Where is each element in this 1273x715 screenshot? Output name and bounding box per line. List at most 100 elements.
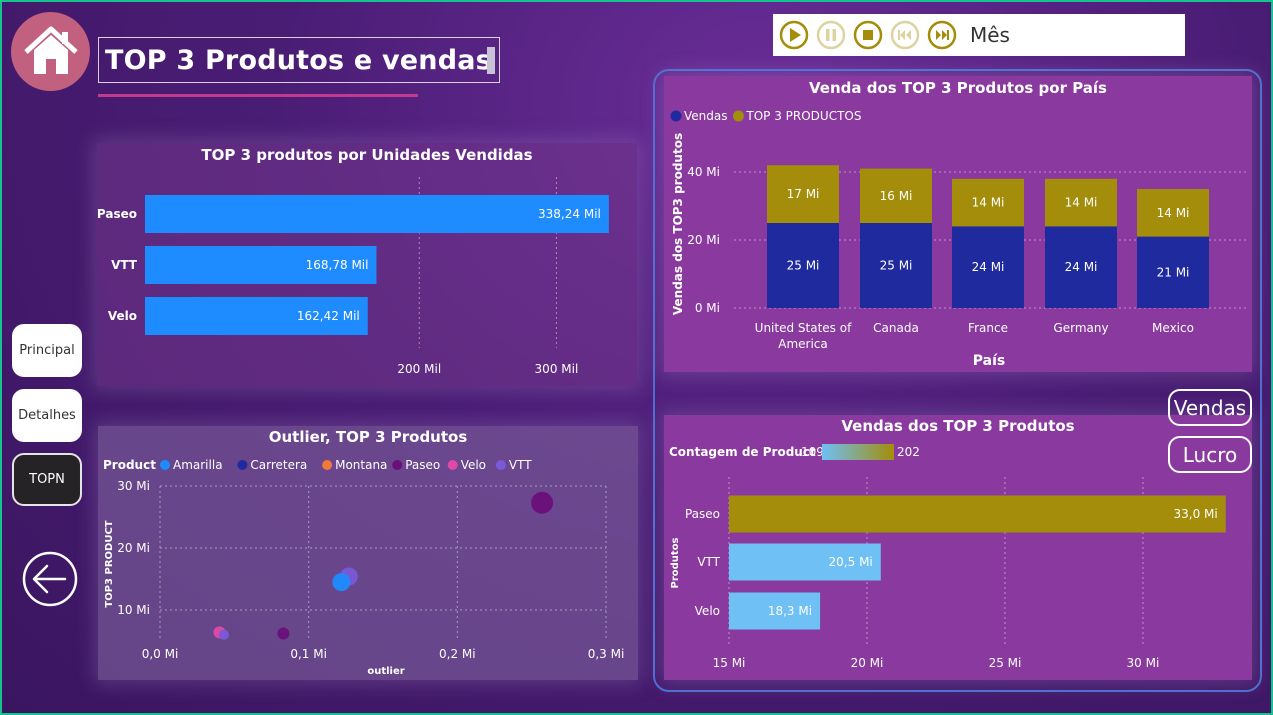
outlier-x-tick-label: 0,2 Mi: [439, 647, 476, 661]
country-category-label: Canada: [873, 321, 919, 335]
sales-value-label: 18,3 Mi: [768, 604, 812, 618]
stop-icon[interactable]: [853, 20, 883, 50]
sales-x-tick-label: 30 Mi: [1127, 656, 1160, 670]
outlier-x-tick-label: 0,3 Mi: [588, 647, 625, 661]
skip-back-icon[interactable]: [890, 20, 920, 50]
sales-value-label: 20,5 Mi: [829, 555, 873, 569]
units-chart: 200 Mil 300 Mil Paseo 338,24 Mil VTT 168,78 M…: [97, 177, 609, 376]
sales-legend-min: 109: [801, 445, 824, 459]
country-y-tick-label: 0 Mi: [695, 301, 720, 315]
units-value-label: 168,78 Mil: [306, 258, 369, 272]
outlier-x-tick-label: 0,0 Mi: [142, 647, 179, 661]
country-legend-label: TOP 3 PRODUCTOS: [745, 109, 861, 123]
units-category-label: Paseo: [97, 207, 137, 221]
outlier-point: [332, 573, 351, 592]
nav-detalhes-button[interactable]: Detalhes: [12, 389, 82, 442]
outlier-legend-swatch: [160, 460, 170, 470]
sales-x-tick-label: 20 Mi: [851, 656, 884, 670]
lucro-toggle-label: Lucro: [1182, 442, 1238, 467]
sales-chart: Contagem de Product109 202 15 Mi 20 Mi 25 Mi…: [669, 444, 1226, 670]
units-x-tick-label: 200 Mil: [397, 362, 441, 376]
nav-topn-button[interactable]: TOPN: [12, 453, 82, 506]
country-category-label: France: [968, 321, 1008, 335]
outlier-legend-swatch: [237, 460, 248, 470]
outlier-legend-swatch: [392, 460, 403, 470]
outlier-y-tick-label: 30 Mi: [117, 479, 150, 493]
nav-principal-button[interactable]: Principal: [12, 324, 82, 377]
country-y-axis-title: Vendas dos TOP3 produtos: [671, 133, 685, 315]
home-button[interactable]: [11, 12, 90, 91]
country-category-label: Germany: [1053, 321, 1108, 335]
country-data-label: 14 Mi: [1065, 196, 1098, 210]
units-category-label: Velo: [108, 309, 137, 323]
title-cursor-bar: [487, 47, 495, 74]
country-category-label: America: [778, 337, 828, 351]
outlier-y-axis-title: TOP3 PRODUCT: [104, 520, 115, 607]
outlier-x-axis-title: outlier: [367, 666, 404, 677]
outlier-y-tick-label: 20 Mi: [117, 541, 150, 555]
page-title-box: TOP 3 Produtos e vendas: [98, 37, 500, 83]
outlier-chart: Product Amarilla Carretera Montana Paseo Velo…: [103, 458, 625, 677]
outlier-legend-label: Montana: [335, 458, 387, 472]
country-y-tick-label: 20 Mi: [687, 233, 720, 247]
country-data-label: 24 Mi: [1065, 260, 1098, 274]
outlier-point: [277, 627, 290, 640]
vendas-toggle-button[interactable]: Vendas: [1168, 389, 1252, 426]
units-category-label: VTT: [111, 258, 138, 272]
nav-principal-label: Principal: [19, 343, 75, 358]
sales-legend-max: 202: [897, 445, 920, 459]
outlier-legend-label: Velo: [461, 458, 486, 472]
country-data-label: 24 Mi: [972, 260, 1005, 274]
outlier-point: [531, 491, 554, 514]
country-legend-label: Vendas: [684, 109, 728, 123]
sales-x-tick-label: 25 Mi: [989, 656, 1022, 670]
skip-forward-icon[interactable]: [927, 20, 957, 50]
sales-x-tick-label: 15 Mi: [713, 656, 746, 670]
country-data-label: 25 Mi: [880, 259, 913, 273]
play-axis-label: Mês: [970, 23, 1010, 47]
outlier-legend-swatch: [495, 460, 506, 470]
country-x-axis-title: País: [973, 353, 1005, 369]
nav-detalhes-label: Detalhes: [18, 408, 76, 423]
units-value-label: 338,24 Mil: [538, 207, 601, 221]
sales-legend-title: Contagem de Product: [669, 445, 816, 459]
country-legend-swatch: [670, 110, 682, 122]
outlier-point: [218, 629, 229, 640]
country-legend-swatch: [732, 110, 744, 122]
units-chart-panel: TOP 3 produtos por Unidades Vendidas 200…: [97, 143, 637, 386]
arrow-left-icon: [22, 551, 78, 607]
country-data-label: 14 Mi: [1157, 206, 1190, 220]
outlier-legend-label: VTT: [509, 458, 532, 472]
sales-value-label: 33,0 Mi: [1173, 507, 1217, 521]
play-axis-player: Mês: [773, 14, 1185, 56]
country-category-label: Mexico: [1152, 321, 1194, 335]
lucro-toggle-button[interactable]: Lucro: [1168, 436, 1252, 473]
outlier-legend-title: Product: [103, 458, 156, 472]
country-chart: Vendas TOP 3 PRODUCTOS 0 Mi 20 Mi 40 MiVenda…: [670, 109, 1247, 369]
outlier-legend-swatch: [322, 460, 333, 470]
country-category-label: United States of: [755, 321, 852, 335]
back-button[interactable]: [21, 550, 79, 608]
units-x-tick-label: 300 Mil: [535, 362, 579, 376]
units-value-label: 162,42 Mil: [297, 309, 360, 323]
country-data-label: 25 Mi: [787, 259, 820, 273]
outlier-chart-panel: Outlier, TOP 3 Produtos Product Amarilla C…: [98, 426, 638, 680]
country-data-label: 16 Mi: [880, 189, 913, 203]
outlier-legend-label: Amarilla: [173, 458, 223, 472]
outlier-x-tick-label: 0,1 Mi: [290, 647, 327, 661]
country-chart-panel: Venda dos TOP 3 Produtos por País Vendas…: [664, 76, 1252, 372]
sales-category-label: Velo: [695, 604, 720, 618]
sales-legend-gradient: [822, 444, 894, 460]
sales-category-label: Paseo: [685, 507, 720, 521]
play-icon[interactable]: [779, 20, 809, 50]
sales-y-axis-title: Produtos: [670, 537, 681, 588]
title-underline: [98, 94, 418, 97]
pause-icon[interactable]: [816, 20, 846, 50]
sales-chart-panel: Vendas dos TOP 3 Produtos Contagem de Pr…: [664, 415, 1252, 680]
outlier-legend-label: Carretera: [250, 458, 307, 472]
outlier-legend-label: Paseo: [405, 458, 440, 472]
country-data-label: 14 Mi: [972, 196, 1005, 210]
country-data-label: 17 Mi: [787, 187, 820, 201]
home-icon: [23, 26, 78, 74]
sales-bar: [729, 495, 1226, 533]
